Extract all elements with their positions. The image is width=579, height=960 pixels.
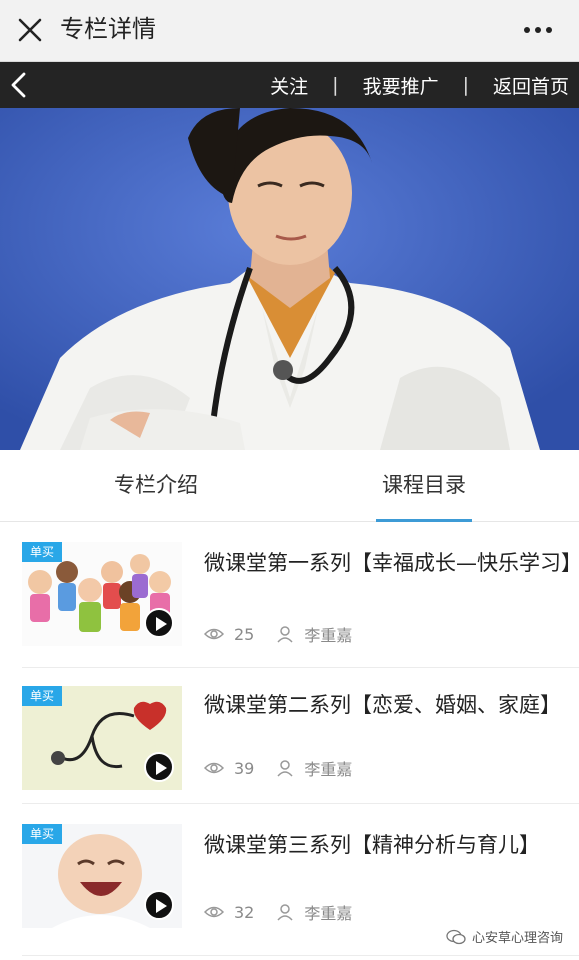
more-icon[interactable] — [521, 16, 555, 44]
view-count: 32 — [234, 902, 255, 922]
back-arrow-icon[interactable] — [8, 71, 30, 99]
wechat-title-bar: 专栏详情 — [0, 0, 579, 62]
course-item[interactable]: 单买 微课堂第二系列【恋爱、婚姻、家庭】 39 李重嘉 — [22, 668, 579, 804]
laughing-baby-image: 单买 — [22, 824, 182, 928]
nav-separator: | — [462, 74, 469, 96]
play-icon[interactable] — [144, 890, 174, 920]
purchase-badge: 单买 — [22, 686, 63, 706]
course-meta: 39 李重嘉 — [204, 756, 352, 780]
course-meta: 25 李重嘉 — [204, 622, 352, 646]
course-meta: 32 李重嘉 — [204, 900, 352, 924]
watermark: 心安草心理咨询 — [446, 927, 563, 946]
stethoscope-heart-image: 单买 — [22, 686, 182, 790]
tab-course-catalog[interactable]: 课程目录 — [376, 450, 472, 522]
nav-separator: | — [332, 74, 339, 96]
column-nav-bar: 关注 | 我要推广 | 返回首页 — [0, 62, 579, 108]
doctor-portrait-image — [0, 108, 579, 450]
column-cover-photo — [0, 108, 579, 450]
tab-introduction[interactable]: 专栏介绍 — [108, 450, 204, 522]
play-icon[interactable] — [144, 752, 174, 782]
course-title[interactable]: 微课堂第三系列【精神分析与育儿】 — [204, 830, 574, 861]
author-user-icon — [277, 904, 293, 921]
wechat-logo-icon — [446, 929, 466, 944]
views-eye-icon — [204, 628, 224, 640]
play-icon[interactable] — [144, 608, 174, 638]
views-eye-icon — [204, 906, 224, 918]
home-link[interactable]: 返回首页 — [493, 72, 569, 99]
column-tabs: 专栏介绍 课程目录 — [0, 450, 579, 522]
purchase-badge: 单买 — [22, 542, 63, 562]
course-item[interactable]: 单买 微课堂第一系列【幸福成长—快乐学习】 25 李重嘉 — [22, 522, 579, 668]
author-user-icon — [277, 626, 293, 643]
close-icon[interactable] — [14, 14, 46, 46]
view-count: 25 — [234, 624, 255, 644]
author-user-icon — [277, 760, 293, 777]
course-title[interactable]: 微课堂第一系列【幸福成长—快乐学习】 — [204, 548, 579, 579]
purchase-badge: 单买 — [22, 824, 63, 844]
cartoon-kids-image: 单买 — [22, 542, 182, 646]
author-name: 李重嘉 — [304, 904, 353, 923]
author-name: 李重嘉 — [304, 626, 353, 645]
views-eye-icon — [204, 762, 224, 774]
course-title[interactable]: 微课堂第二系列【恋爱、婚姻、家庭】 — [204, 690, 574, 721]
course-list: 单买 微课堂第一系列【幸福成长—快乐学习】 25 李重嘉 单买 微课堂第二系列【… — [0, 522, 579, 956]
tab-label: 课程目录 — [382, 473, 466, 497]
author-name: 李重嘉 — [304, 760, 353, 779]
page-title: 专栏详情 — [60, 15, 156, 43]
view-count: 39 — [234, 758, 255, 778]
tab-label: 专栏介绍 — [114, 473, 198, 497]
promote-link[interactable]: 我要推广 — [363, 72, 439, 99]
follow-link[interactable]: 关注 — [270, 72, 308, 99]
watermark-text: 心安草心理咨询 — [471, 931, 563, 946]
